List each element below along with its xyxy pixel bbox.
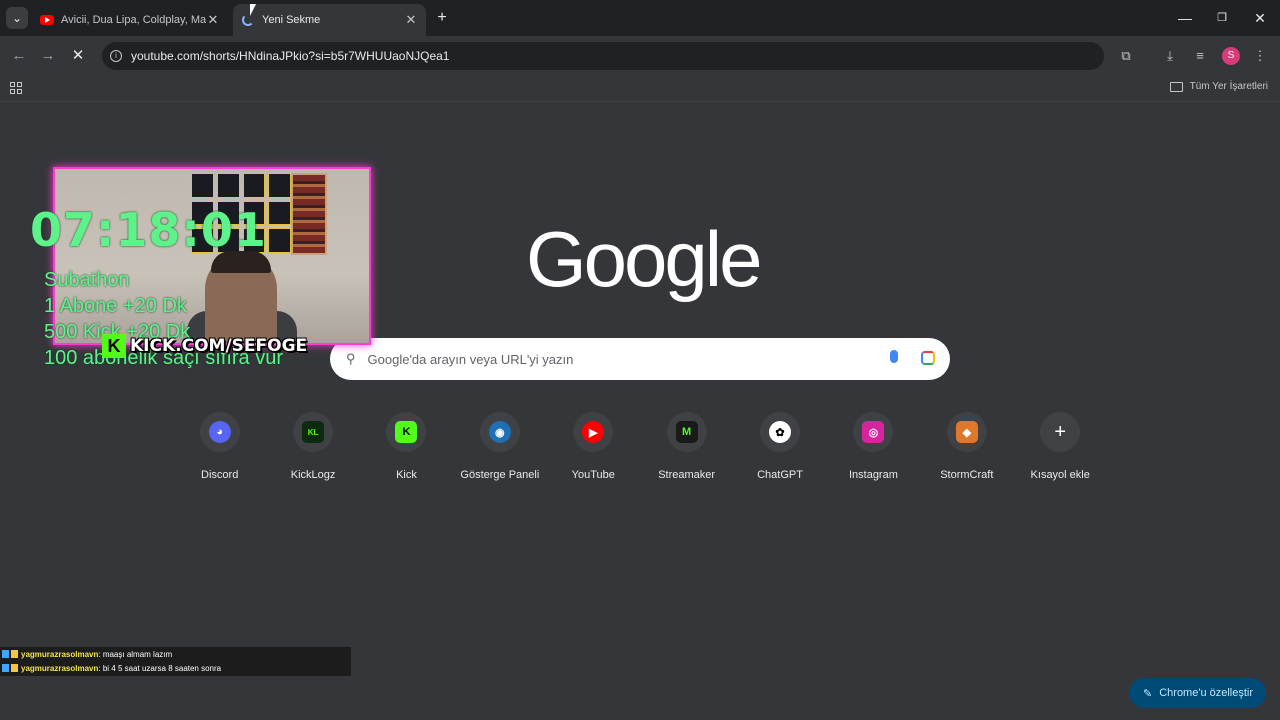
plus-icon: +	[1054, 420, 1067, 443]
all-bookmarks-button[interactable]: Tüm Yer İşaretleri	[1169, 81, 1268, 92]
extensions-puzzle-icon[interactable]: ⧉	[1116, 46, 1136, 66]
new-tab-plus-icon[interactable]: +	[432, 8, 452, 28]
customize-chrome-button[interactable]: ✎ Chrome'u özelleştir	[1129, 678, 1266, 708]
discord-icon: ◕	[208, 421, 231, 443]
shortcut-label: ChatGPT	[757, 469, 803, 481]
restore-icon[interactable]: ❐	[1212, 8, 1232, 28]
kick-icon: K	[395, 421, 418, 443]
chatgpt-icon: ✿	[769, 421, 792, 443]
google-logo: Google	[526, 215, 763, 303]
kick-logo-icon: K	[102, 334, 126, 358]
stormcraft-icon: ◆	[955, 421, 978, 443]
streamaker-icon: M	[675, 421, 698, 443]
shortcut-tile[interactable]: + Kısayol ekle	[1014, 410, 1107, 490]
shortcut-label: KickLogz	[290, 469, 336, 481]
shortcut-icon-circle: +	[1040, 412, 1081, 452]
shortcut-label: Gösterge Paneli	[460, 469, 540, 481]
apps-grid-icon[interactable]	[10, 82, 22, 94]
dashboard-globe-icon: ◉	[488, 421, 511, 443]
loading-spinner-icon	[241, 14, 255, 26]
shortcut-icon-circle: K	[386, 412, 427, 452]
shortcut-icon-circle: ◕	[199, 412, 240, 452]
profile-avatar[interactable]: S	[1222, 47, 1240, 65]
menu-kebab-icon[interactable]: ⋮	[1250, 46, 1270, 66]
chat-message: yagmurazrasolmavn : bi 4 5 saat uzarsa 8…	[0, 661, 351, 675]
tab-title: Avicii, Dua Lipa, Coldplay, Martin	[61, 14, 206, 26]
chat-badges-icon	[2, 650, 18, 658]
media-control-icon[interactable]: ≡	[1190, 46, 1210, 66]
tab-search-chevron-icon[interactable]: ⌄	[6, 7, 28, 29]
shortcut-icon-circle: ✿	[760, 412, 801, 452]
instagram-icon: ◎	[862, 421, 885, 443]
overlay-line: 1 Abone +20 Dk	[44, 295, 187, 317]
shortcut-tile[interactable]: ▶ YouTube	[547, 410, 640, 490]
subathon-timer: 07:18:01	[30, 203, 267, 257]
shortcut-label: Streamaker	[658, 469, 716, 481]
forward-arrow-icon[interactable]: →	[38, 46, 58, 66]
tab-new-tab[interactable]: Yeni Sekme ✕	[233, 4, 426, 36]
search-input[interactable]	[367, 351, 868, 367]
shortcut-tile[interactable]: M Streamaker	[640, 410, 733, 490]
stop-loading-icon[interactable]: ✕	[68, 46, 88, 66]
shortcut-label: Instagram	[848, 469, 898, 481]
tab-title: Yeni Sekme	[262, 14, 321, 26]
chat-badges-icon	[2, 664, 18, 672]
shortcut-tile[interactable]: KL KickLogz	[266, 410, 359, 490]
minimize-icon[interactable]: —	[1175, 8, 1195, 28]
youtube-icon	[40, 15, 54, 25]
back-arrow-icon[interactable]: ←	[9, 46, 29, 66]
download-icon[interactable]: ⤓	[1160, 46, 1180, 66]
address-url[interactable]: youtube.com/shorts/HNdinaJPkio?si=b5r7WH…	[131, 49, 449, 63]
customize-label: Chrome'u özelleştir	[1159, 687, 1254, 699]
chat-username: yagmurazrasolmavn	[21, 663, 99, 673]
shortcut-tile[interactable]: K Kick	[360, 410, 453, 490]
shortcut-tile[interactable]: ◕ Discord	[173, 410, 266, 490]
shortcut-label: Kick	[396, 469, 417, 481]
tab-close-icon[interactable]: ✕	[206, 12, 220, 28]
tab-close-icon[interactable]: ✕	[404, 12, 418, 28]
all-bookmarks-label: Tüm Yer İşaretleri	[1189, 81, 1268, 92]
wall-rug	[291, 173, 327, 255]
shortcut-icon-circle: ◆	[946, 412, 987, 452]
chat-message: yagmurazrasolmavn : maaşı almam lazım	[0, 647, 351, 661]
site-info-icon[interactable]: i	[110, 50, 122, 62]
stream-chat: yagmurazrasolmavn : maaşı almam lazım ya…	[0, 647, 351, 676]
shortcut-icon-circle: M	[666, 412, 707, 452]
shortcut-icon-circle: ▶	[573, 412, 614, 452]
shortcut-label: Discord	[201, 469, 239, 481]
close-window-icon[interactable]: ✕	[1250, 8, 1270, 28]
shortcut-label: YouTube	[571, 469, 615, 481]
kick-handle: KICK.COM/SEFOGE	[130, 336, 308, 356]
chat-text: : bi 4 5 saat uzarsa 8 saaten sonra	[98, 663, 222, 673]
tab-youtube[interactable]: Avicii, Dua Lipa, Coldplay, Martin ✕	[32, 4, 228, 36]
shortcut-tile[interactable]: ◆ StormCraft	[920, 410, 1013, 490]
shortcuts-grid: ◕ Discord KL KickLogz K Kick ◉ Gösterge Paneli ▶…	[173, 410, 1107, 490]
kicklogz-icon: KL	[302, 421, 325, 443]
google-lens-icon[interactable]	[921, 351, 935, 365]
shortcut-tile[interactable]: ✿ ChatGPT	[733, 410, 826, 490]
kick-handle-badge: K KICK.COM/SEFOGE	[102, 333, 307, 359]
shortcut-tile[interactable]: ◎ Instagram	[827, 410, 920, 490]
shortcut-icon-circle: KL	[293, 412, 334, 452]
shortcut-label: Kısayol ekle	[1030, 469, 1090, 481]
search-box[interactable]: ⚲	[330, 338, 950, 380]
youtube-icon: ▶	[582, 421, 605, 443]
search-icon: ⚲	[346, 351, 356, 366]
shortcut-icon-circle: ◎	[853, 412, 894, 452]
browser-toolbar: ← → ✕ i youtube.com/shorts/HNdinaJPkio?s…	[0, 36, 1280, 76]
shortcut-label: StormCraft	[940, 469, 994, 481]
overlay-line: Subathon	[44, 269, 130, 291]
microphone-icon[interactable]	[890, 350, 898, 363]
pencil-icon: ✎	[1143, 687, 1153, 700]
shortcut-tile[interactable]: ◉ Gösterge Paneli	[453, 410, 546, 490]
chat-text: : maaşı almam lazım	[98, 649, 173, 659]
mouse-cursor-icon	[250, 4, 256, 16]
chat-username: yagmurazrasolmavn	[21, 649, 99, 659]
title-bar: ⌄ Avicii, Dua Lipa, Coldplay, Martin ✕ Y…	[0, 0, 1280, 36]
address-bar[interactable]: i youtube.com/shorts/HNdinaJPkio?si=b5r7…	[102, 42, 1104, 70]
folder-icon	[1169, 81, 1183, 92]
bookmarks-bar: Tüm Yer İşaretleri	[0, 76, 1280, 102]
shortcut-icon-circle: ◉	[479, 412, 520, 452]
